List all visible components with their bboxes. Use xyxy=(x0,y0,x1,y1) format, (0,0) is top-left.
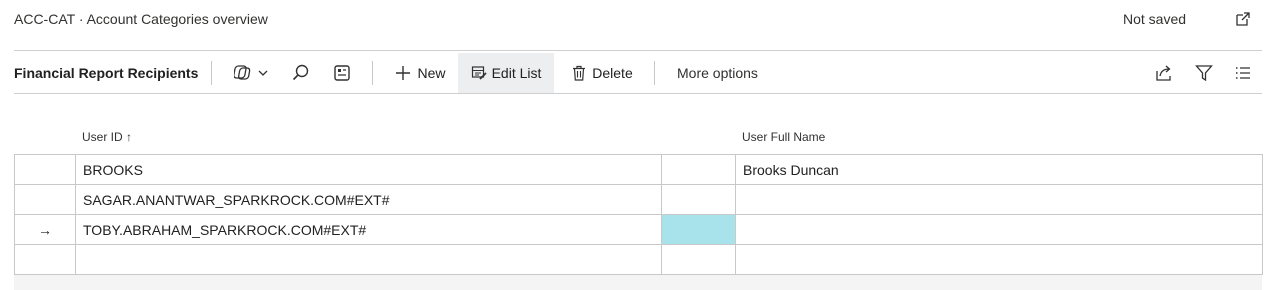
page-title: ACC-CAT · Account Categories overview xyxy=(14,11,268,27)
edit-list-button-label: Edit List xyxy=(491,65,542,81)
recipients-table: BROOKS Brooks Duncan SAGAR.ANANTWAR_SPAR… xyxy=(14,154,1263,275)
save-status: Not saved xyxy=(1123,11,1187,27)
action-bar: Financial Report Recipients New Edit Lis… xyxy=(0,53,1273,93)
new-button-label: New xyxy=(417,65,446,81)
toolbar-divider xyxy=(654,61,655,85)
list-view-icon[interactable] xyxy=(1233,63,1253,83)
row-marker[interactable] xyxy=(15,245,76,275)
empty-cell[interactable] xyxy=(662,155,736,185)
user-full-name-cell[interactable]: Brooks Duncan xyxy=(736,155,1263,185)
delete-button-label: Delete xyxy=(592,65,633,81)
empty-cell[interactable] xyxy=(662,245,736,275)
title-divider xyxy=(14,50,1262,51)
filter-icon[interactable] xyxy=(1194,63,1214,83)
column-header-user-id[interactable]: User ID ↑ xyxy=(82,130,132,144)
column-header-user-full-name[interactable]: User Full Name xyxy=(742,130,825,144)
current-row-arrow[interactable]: → xyxy=(15,215,76,245)
row-marker[interactable] xyxy=(15,155,76,185)
plus-icon xyxy=(396,66,411,80)
toolbar-bottom-divider xyxy=(14,93,1262,94)
search-icon[interactable] xyxy=(291,63,311,83)
grid-footer xyxy=(14,275,1262,290)
title-bar: ACC-CAT · Account Categories overview No… xyxy=(0,0,1273,40)
office-views-icon[interactable] xyxy=(234,63,272,83)
toolbar-divider xyxy=(372,61,373,85)
new-button[interactable]: New xyxy=(386,53,454,93)
share-icon[interactable] xyxy=(1154,63,1174,83)
empty-cell[interactable] xyxy=(662,185,736,215)
user-full-name-cell[interactable] xyxy=(736,185,1263,215)
user-id-cell[interactable]: TOBY.ABRAHAM_SPARKROCK.COM#EXT# xyxy=(76,215,662,245)
part-title: Financial Report Recipients xyxy=(14,65,199,81)
more-options-button[interactable]: More options xyxy=(677,65,758,81)
trash-icon xyxy=(573,65,586,81)
table-row[interactable]: BROOKS Brooks Duncan xyxy=(15,155,1263,185)
table-row-new[interactable] xyxy=(15,245,1263,275)
user-id-cell[interactable]: SAGAR.ANANTWAR_SPARKROCK.COM#EXT# xyxy=(76,185,662,215)
toolbar-divider xyxy=(211,61,212,85)
delete-button[interactable]: Delete xyxy=(562,53,642,93)
user-full-name-cell[interactable] xyxy=(736,215,1263,245)
table-row[interactable]: SAGAR.ANANTWAR_SPARKROCK.COM#EXT# xyxy=(15,185,1263,215)
open-in-new-window-icon[interactable] xyxy=(1234,10,1252,28)
user-id-cell[interactable] xyxy=(76,245,662,275)
selected-cell[interactable] xyxy=(662,215,736,245)
user-id-cell[interactable]: BROOKS xyxy=(76,155,662,185)
row-marker[interactable] xyxy=(15,185,76,215)
table-row-selected[interactable]: → TOBY.ABRAHAM_SPARKROCK.COM#EXT# xyxy=(15,215,1263,245)
user-full-name-cell[interactable] xyxy=(736,245,1263,275)
edit-list-button[interactable]: Edit List xyxy=(458,53,554,93)
personalize-icon[interactable] xyxy=(332,63,352,83)
edit-list-icon xyxy=(471,66,487,80)
